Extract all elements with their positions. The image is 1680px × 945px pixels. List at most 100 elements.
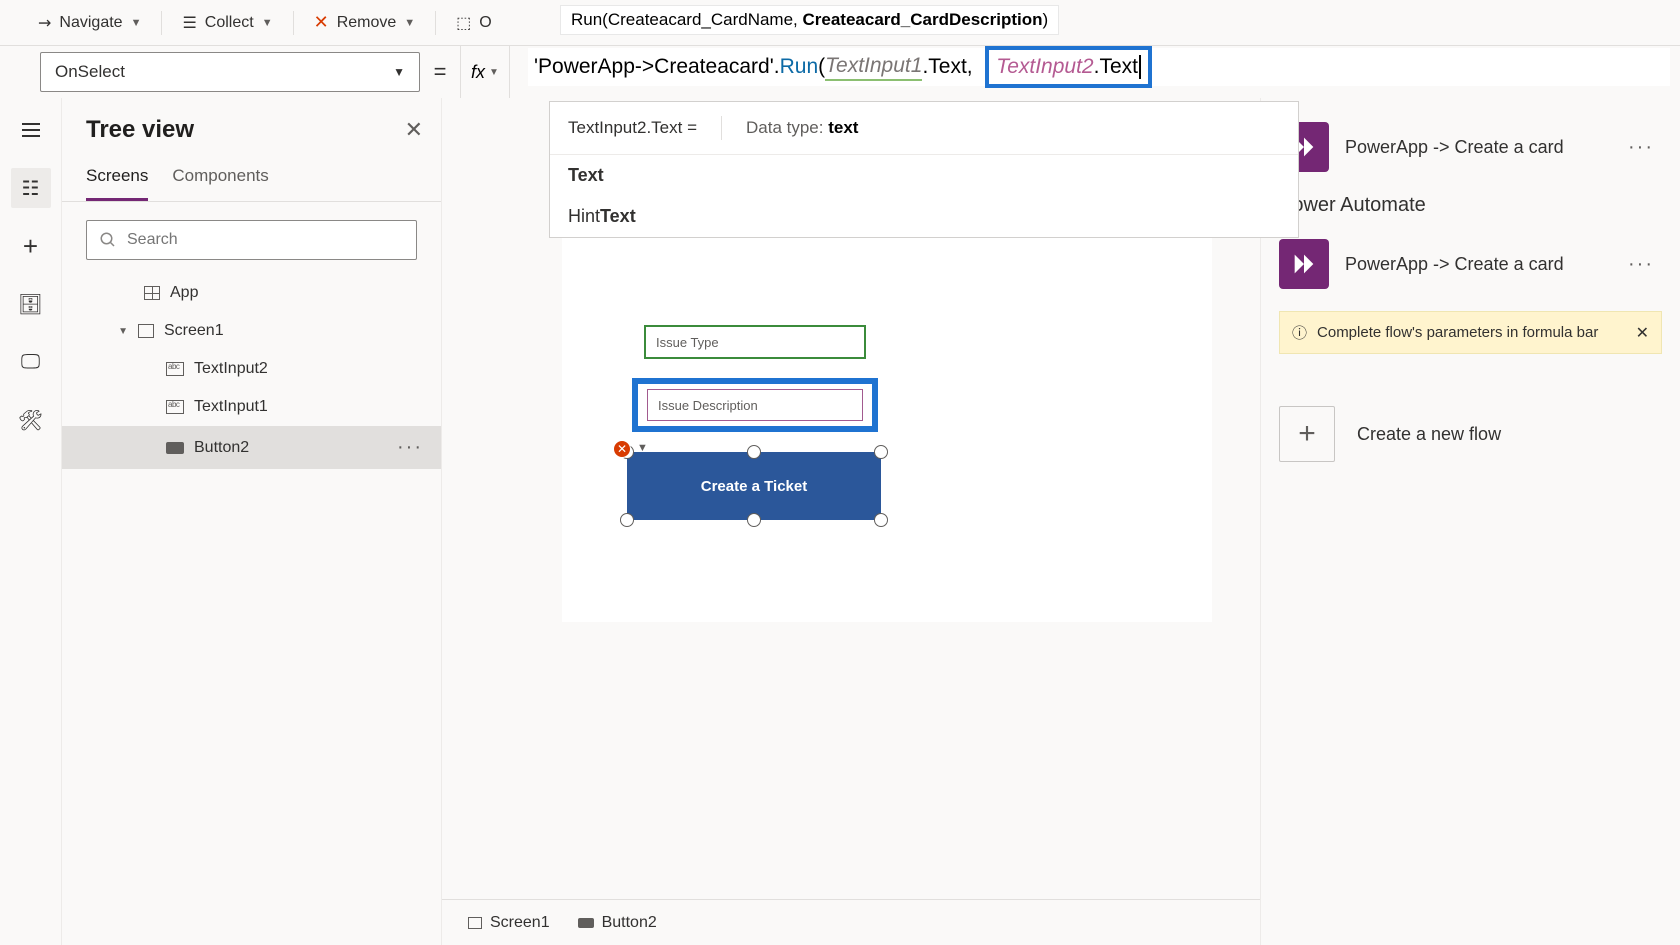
breadcrumb-screen1[interactable]: Screen1 xyxy=(468,914,550,932)
power-automate-section-title: Power Automate xyxy=(1279,194,1662,217)
flow-list-item[interactable]: PowerApp -> Create a card ··· xyxy=(1279,239,1662,289)
canvas-button-label: Create a Ticket xyxy=(701,478,807,495)
navigate-menu[interactable]: ↗ Navigate ▼ xyxy=(32,7,147,39)
property-selector[interactable]: OnSelect ▼ xyxy=(40,52,420,92)
plus-box-icon: + xyxy=(1279,406,1335,462)
navigate-label: Navigate xyxy=(59,14,122,32)
database-icon: 🗄 xyxy=(18,292,43,317)
chevron-down-icon: ▼ xyxy=(131,17,142,29)
resize-handle[interactable] xyxy=(747,513,761,527)
resize-handle[interactable] xyxy=(747,445,761,459)
canvas-textinput1[interactable]: Issue Type xyxy=(644,325,866,359)
tooltip-current-param: Createacard_CardDescription xyxy=(803,10,1043,29)
canvas-button2[interactable]: Create a Ticket xyxy=(627,452,881,520)
tree-view-rail-button[interactable]: ☷ xyxy=(11,168,51,208)
button-icon xyxy=(166,442,184,454)
toolbar-separator xyxy=(293,11,294,35)
screen-icon xyxy=(468,917,482,929)
tok-textinput2-highlight: TextInput2.Text xyxy=(985,46,1152,88)
tree-item-more-button[interactable]: ··· xyxy=(397,436,423,459)
breadcrumb-bar: Screen1 Button2 xyxy=(442,899,1260,945)
intellisense-item-prefix: Hint xyxy=(568,206,600,226)
tree-item-label: App xyxy=(170,284,198,302)
resize-handle[interactable] xyxy=(874,513,888,527)
data-rail-button[interactable]: 🗄 xyxy=(11,284,51,324)
canvas-textinput2[interactable]: Issue Description xyxy=(647,389,863,421)
chevron-down-icon[interactable]: ▼ xyxy=(637,442,648,454)
property-name: OnSelect xyxy=(55,62,125,82)
cursor-icon: ⬚ xyxy=(456,13,471,33)
intellisense-item-label: Text xyxy=(568,165,604,185)
intellisense-item-text[interactable]: Text xyxy=(550,155,1298,196)
tree-item-screen1[interactable]: ▼ Screen1 xyxy=(62,312,441,350)
tree-item-textinput2[interactable]: TextInput2 xyxy=(62,350,441,388)
insert-rail-button[interactable]: + xyxy=(11,226,51,266)
warning-close-button[interactable]: ✕ xyxy=(1636,323,1649,343)
left-rail: ☷ + 🗄 🖵 🛠 xyxy=(0,98,62,945)
tab-components[interactable]: Components xyxy=(172,158,268,201)
warning-text: Complete flow's parameters in formula ba… xyxy=(1317,324,1598,341)
app-icon xyxy=(144,286,160,300)
tok-dottext: .Text xyxy=(922,55,966,79)
flow-more-button[interactable]: ··· xyxy=(1620,249,1662,280)
flow-warning-banner: ⓘ Complete flow's parameters in formula … xyxy=(1279,311,1662,354)
fx-expand-button[interactable]: fx ▼ xyxy=(460,46,510,98)
tree-item-label: TextInput2 xyxy=(194,360,268,378)
textinput-icon xyxy=(166,362,184,376)
canvas-button-selection[interactable]: ✕ ▼ Create a Ticket xyxy=(627,452,881,520)
collect-label: Collect xyxy=(205,14,254,32)
tree-item-button2[interactable]: Button2 ··· xyxy=(62,426,441,469)
chevron-down-icon[interactable]: ▼ xyxy=(86,326,128,337)
tree-search-input[interactable] xyxy=(127,231,404,249)
resize-handle[interactable] xyxy=(874,445,888,459)
tree-view-panel: Tree view ✕ Screens Components App ▼ Scr… xyxy=(62,98,442,945)
info-icon: ⓘ xyxy=(1292,322,1307,343)
datatype-value: text xyxy=(828,118,858,137)
tools-icon: 🛠 xyxy=(18,408,43,433)
onvisible-label: O xyxy=(479,14,491,32)
tree-view-close-button[interactable]: ✕ xyxy=(405,117,423,143)
flow-reference[interactable]: PowerApp -> Create a card ··· xyxy=(1279,122,1662,172)
tok-dottext: .Text xyxy=(1094,55,1138,79)
hamburger-line xyxy=(22,123,40,125)
media-icon: 🖵 xyxy=(21,351,40,374)
breadcrumb-button2[interactable]: Button2 xyxy=(578,914,657,932)
hamburger-button[interactable] xyxy=(11,110,51,150)
remove-menu[interactable]: ✕ Remove ▼ xyxy=(308,6,422,39)
intellisense-separator xyxy=(721,116,722,140)
resize-handle[interactable] xyxy=(620,513,634,527)
tools-rail-button[interactable]: 🛠 xyxy=(11,400,51,440)
tok-textinput1: TextInput1 xyxy=(825,54,922,81)
canvas-input1-placeholder: Issue Type xyxy=(656,335,719,350)
tree-item-app[interactable]: App xyxy=(62,274,441,312)
tree-item-textinput1[interactable]: TextInput1 xyxy=(62,388,441,426)
screen-icon xyxy=(138,324,154,338)
canvas-textinput2-highlight: Issue Description xyxy=(632,378,878,432)
tree-item-label: Button2 xyxy=(194,439,249,457)
layers-icon: ☷ xyxy=(22,176,40,201)
create-new-flow-button[interactable]: + Create a new flow xyxy=(1279,406,1662,462)
tree-list: App ▼ Screen1 TextInput2 TextInput1 Butt… xyxy=(62,270,441,473)
media-rail-button[interactable]: 🖵 xyxy=(11,342,51,382)
chevron-down-icon: ▼ xyxy=(393,65,405,79)
tree-search-box[interactable] xyxy=(86,220,417,260)
intellisense-item-hinttext[interactable]: HintText xyxy=(550,196,1298,237)
button-icon xyxy=(578,918,594,928)
tab-components-label: Components xyxy=(172,166,268,185)
tab-screens[interactable]: Screens xyxy=(86,158,148,201)
fx-icon: fx xyxy=(471,62,485,83)
onvisible-menu[interactable]: ⬚ O xyxy=(450,7,498,39)
tok-flowname: PowerApp->Createacard xyxy=(538,55,770,79)
flow-more-button[interactable]: ··· xyxy=(1620,132,1662,163)
intellisense-dropdown: TextInput2.Text = Data type: text Text H… xyxy=(549,101,1299,238)
chevron-down-icon: ▼ xyxy=(262,17,273,29)
breadcrumb-label: Button2 xyxy=(602,914,657,932)
tree-item-label: TextInput1 xyxy=(194,398,268,416)
collect-menu[interactable]: ☰ Collect ▼ xyxy=(176,7,278,39)
right-panel: PowerApp -> Create a card ··· Power Auto… xyxy=(1260,98,1680,945)
formula-bar[interactable]: 'PowerApp->Createacard'.Run(TextInput1.T… xyxy=(528,48,1670,86)
create-new-flow-label: Create a new flow xyxy=(1357,424,1501,445)
tok-paren: ( xyxy=(818,55,825,79)
powerapps-flow-icon xyxy=(1279,239,1329,289)
error-badge-icon[interactable]: ✕ xyxy=(613,440,631,458)
